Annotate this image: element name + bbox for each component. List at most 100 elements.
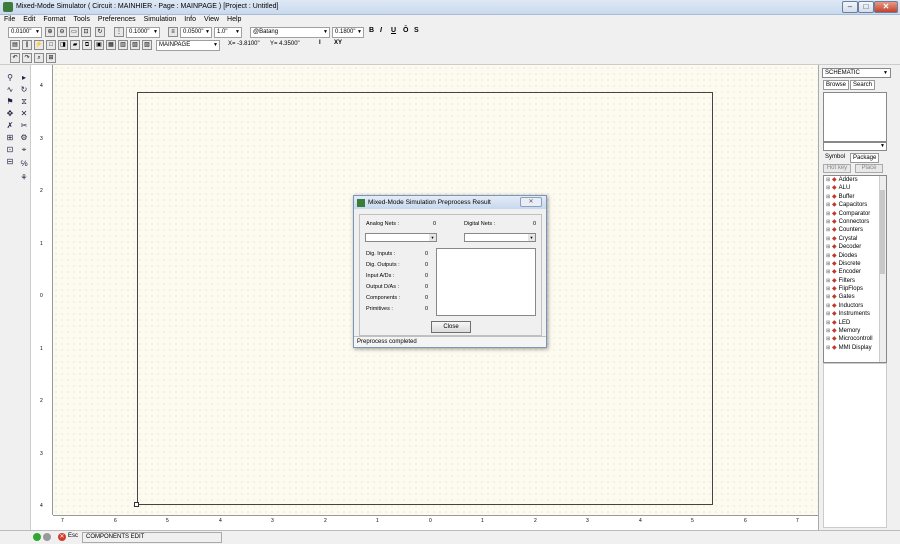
flip-tool-icon[interactable]: ✕ <box>19 109 29 119</box>
zoom-combo[interactable]: 1.0" ▼ <box>214 27 242 38</box>
maximize-button[interactable]: □ <box>858 1 874 13</box>
delete-tool-icon[interactable]: ✗ <box>5 121 15 131</box>
grid-icon[interactable]: ⋮ <box>114 27 124 37</box>
tab-symbol[interactable]: Symbol <box>823 153 847 163</box>
tree-item-microcontroller[interactable]: ⊞ ◆ Microcontroll <box>824 335 886 343</box>
tree-item-capacitors[interactable]: ⊞ ◆ Capacitors <box>824 201 886 209</box>
tab-search[interactable]: Search <box>850 80 876 90</box>
grid-size-combo[interactable]: 0.1000" ▼ <box>126 27 160 38</box>
zoom-in-icon[interactable]: ⊕ <box>45 27 55 37</box>
scissors-tool-icon[interactable]: ✂ <box>19 121 29 131</box>
italic-button[interactable]: I <box>380 27 382 34</box>
move-tool-icon[interactable]: ✥ <box>5 109 15 119</box>
tree-item-decoder[interactable]: ⊞ ◆ Decoder <box>824 243 886 251</box>
stop-icon[interactable]: ✕ <box>58 533 66 541</box>
underline-button[interactable]: U <box>391 27 396 34</box>
undo-icon[interactable]: ↶ <box>10 53 20 63</box>
property-icon[interactable]: ▨ <box>142 40 152 50</box>
bom-icon[interactable]: ▧ <box>130 40 140 50</box>
wire-width-icon[interactable]: ≡ <box>168 27 178 37</box>
rotate-tool-icon[interactable]: ↻ <box>19 85 29 95</box>
menu-simulation[interactable]: Simulation <box>140 15 181 24</box>
menu-file[interactable]: File <box>0 15 19 24</box>
zoom-area-icon[interactable]: ▭ <box>69 27 79 37</box>
tab-package[interactable]: Package <box>850 153 880 163</box>
group-tool-icon[interactable]: ⊞ <box>5 133 15 143</box>
menu-help[interactable]: Help <box>223 15 245 24</box>
bold-button[interactable]: B <box>369 27 374 34</box>
ix-button[interactable]: I <box>319 40 321 46</box>
open-folder-icon[interactable]: ▰ <box>70 40 80 50</box>
overline-button[interactable]: Ō <box>403 27 408 34</box>
place-button[interactable]: Place <box>855 164 883 173</box>
redo-icon[interactable]: ↷ <box>22 53 32 63</box>
tree-item-crystal[interactable]: ⊞ ◆ Crystal <box>824 235 886 243</box>
tree-item-buffer[interactable]: ⊞ ◆ Buffer <box>824 193 886 201</box>
tab-browse[interactable]: Browse <box>823 80 850 90</box>
font-combo[interactable]: @Batang ▼ <box>250 27 330 38</box>
property-list[interactable] <box>823 363 887 528</box>
digital-nets-select[interactable]: ▼ <box>464 233 536 242</box>
browse-listbox[interactable] <box>823 92 887 142</box>
tree-item-comparator[interactable]: ⊞ ◆ Comparator <box>824 210 886 218</box>
tree-item-counters[interactable]: ⊞ ◆ Counters <box>824 226 886 234</box>
library-tree[interactable]: ⊞ ◆ Adders ⊞ ◆ ALU ⊞ ◆ Buffer ⊞ ◆ Capacitors ⊞ ◆ C… <box>823 175 887 363</box>
library-combo[interactable]: SCHEMATIC ▼ <box>822 68 891 78</box>
crosshair-tool-icon[interactable]: ⌖ <box>19 145 29 155</box>
tree-item-connectors[interactable]: ⊞ ◆ Connectors <box>824 218 886 226</box>
netlist-icon[interactable]: ▥ <box>118 40 128 50</box>
grid-snap-combo[interactable]: 0.0100" ▼ <box>8 27 42 38</box>
page-combo[interactable]: MAINPAGE ▼ <box>156 40 220 51</box>
copy-page-icon[interactable]: ⧉ <box>82 40 92 50</box>
zoom-out-icon[interactable]: ⊖ <box>57 27 67 37</box>
close-window-button[interactable]: ✕ <box>874 1 898 13</box>
hotkey-button[interactable]: Hot key <box>823 164 851 173</box>
text-tool-icon[interactable]: ℅ <box>19 159 29 169</box>
bus-icon[interactable]: ∥ <box>22 40 32 50</box>
analog-nets-select[interactable]: ▼ <box>365 233 437 242</box>
net-list-box[interactable] <box>436 248 536 316</box>
new-page-icon[interactable]: □ <box>46 40 56 50</box>
tree-item-instruments[interactable]: ⊞ ◆ Instruments <box>824 310 886 318</box>
tree-item-led[interactable]: ⊞ ◆ LED <box>824 319 886 327</box>
tree-item-adders[interactable]: ⊞ ◆ Adders <box>824 176 886 184</box>
tree-item-mmi-display[interactable]: ⊞ ◆ MMI Display <box>824 344 886 352</box>
minimize-button[interactable]: – <box>842 1 858 13</box>
page-setup-icon[interactable]: ◨ <box>58 40 68 50</box>
symbol-tool-icon[interactable]: ⚘ <box>19 173 29 183</box>
menu-info[interactable]: Info <box>180 15 200 24</box>
menu-preferences[interactable]: Preferences <box>94 15 140 24</box>
wire-width-combo[interactable]: 0.0500" ▼ <box>180 27 212 38</box>
close-button[interactable]: Close <box>431 321 471 333</box>
menu-edit[interactable]: Edit <box>19 15 39 24</box>
fit-page-icon[interactable]: ⊞ <box>46 53 56 63</box>
tree-item-gates[interactable]: ⊞ ◆ Gates <box>824 293 886 301</box>
dialog-close-icon[interactable]: ✕ <box>520 197 542 207</box>
net-label-tool-icon[interactable]: ⚑ <box>5 97 15 107</box>
tree-item-diodes[interactable]: ⊞ ◆ Diodes <box>824 252 886 260</box>
wire-tool-icon[interactable]: ⚲ <box>5 73 15 83</box>
hierarchy-icon[interactable]: ▦ <box>106 40 116 50</box>
paste-page-icon[interactable]: ▣ <box>94 40 104 50</box>
menu-format[interactable]: Format <box>39 15 69 24</box>
tree-item-inductors[interactable]: ⊞ ◆ Inductors <box>824 302 886 310</box>
zoom-fit-icon[interactable]: ⊡ <box>81 27 91 37</box>
tree-item-filters[interactable]: ⊞ ◆ Filters <box>824 277 886 285</box>
tree-scrollbar-thumb[interactable] <box>880 190 885 274</box>
mirror-tool-icon[interactable]: ⧖ <box>19 97 29 107</box>
tree-item-alu[interactable]: ⊞ ◆ ALU <box>824 184 886 192</box>
tree-item-flipflops[interactable]: ⊞ ◆ FlipFlops <box>824 285 886 293</box>
select-tool-icon[interactable]: ▸ <box>19 73 29 83</box>
menu-view[interactable]: View <box>200 15 223 24</box>
menu-tools[interactable]: Tools <box>70 15 94 24</box>
junction-tool-icon[interactable]: ∿ <box>5 85 15 95</box>
part-tool-icon[interactable]: ⚙ <box>19 133 29 143</box>
xy-button[interactable]: XY <box>334 40 342 46</box>
find-icon[interactable]: ⌕ <box>34 53 44 63</box>
tree-item-encoder[interactable]: ⊞ ◆ Encoder <box>824 268 886 276</box>
tree-item-memory[interactable]: ⊞ ◆ Memory <box>824 327 886 335</box>
tree-item-discrete[interactable]: ⊞ ◆ Discrete <box>824 260 886 268</box>
component-icon[interactable]: ▤ <box>10 40 20 50</box>
strike-button[interactable]: S <box>414 27 419 34</box>
connector-tool-icon[interactable]: ⊡ <box>5 145 15 155</box>
